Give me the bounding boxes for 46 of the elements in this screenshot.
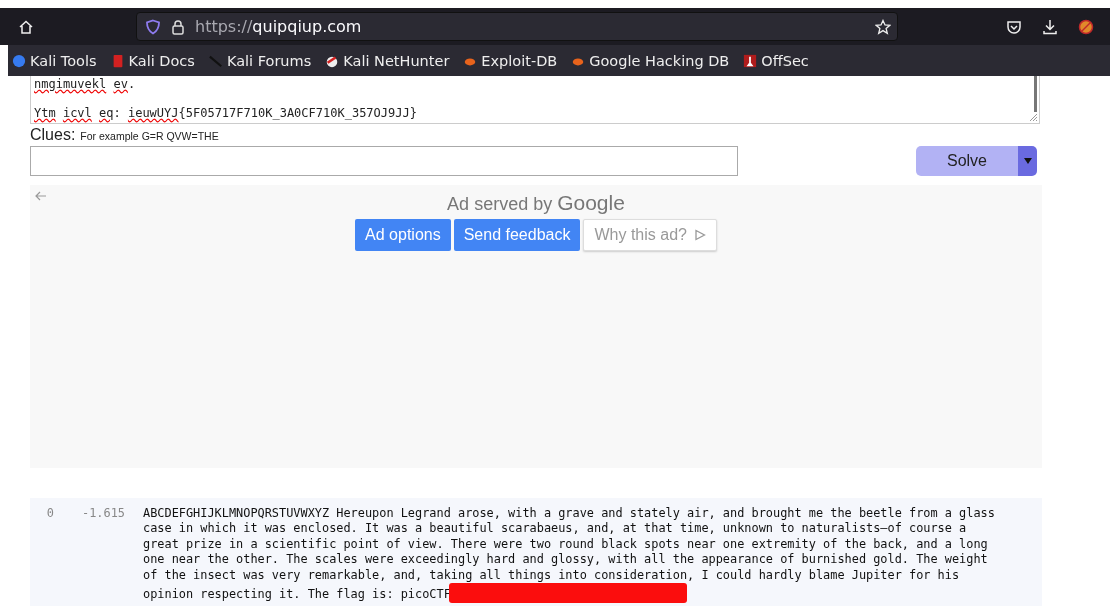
download-icon[interactable] [1042,18,1058,35]
caret-icon [1023,158,1032,164]
bookmark-link[interactable]: Exploit-DB [463,52,558,69]
clues-hint: For example G=R QVW=THE [80,130,219,142]
puzzle-word: eq [98,106,114,120]
resize-grip-icon[interactable] [1028,112,1038,122]
pocket-icon[interactable] [1006,18,1022,35]
back-arrow-icon[interactable] [35,191,47,201]
ad-button[interactable]: Send feedback [453,219,581,251]
bookmark-link[interactable]: Kali Tools [12,52,97,69]
shield-icon [145,18,161,35]
puzzle-word: Ytm [34,106,56,120]
puzzle-word: nmgimuvekl [34,77,107,91]
result-index: 0 [45,506,54,522]
extension-icon[interactable] [1078,18,1094,35]
address-bar[interactable]: https://quipqiup.com [136,12,898,41]
ad-served-text: Ad served by [447,194,553,215]
solve-dropdown-button[interactable] [1018,146,1037,176]
bookmark-link[interactable]: Kali Forums [208,52,312,69]
clues-label: Clues: [30,126,76,144]
url-text: https://quipqiup.com [195,17,363,36]
puzzle-word: {5F05717F710K_3A0CF710K_357OJ9JJ} [178,106,417,120]
lock-icon [170,18,186,35]
star-icon[interactable] [875,18,891,35]
bookmark-link[interactable]: Google Hacking DB [571,52,730,69]
ad-button[interactable]: Ad options [355,219,451,251]
google-logo-text: Google [557,191,625,215]
home-icon[interactable] [18,18,34,35]
solve-button[interactable]: Solve [916,146,1018,176]
bookmark-icon [12,53,26,68]
scrollbar[interactable] [1034,76,1037,112]
play-icon [693,229,706,241]
puzzle-textarea[interactable]: nmgimuvekl ev. Ytm icvl eq: ieuwUYJ{5F05717F710K_3A0CF710K_357OJ9JJ} [30,76,1040,124]
bookmark-icon [208,53,223,68]
result-text: ABCDEFGHIJKLMNOPQRSTUVWXYZ Hereupon Legrand arose, with a grave and stately air, and brought me the beetle from a glass case in which it was enclosed. It was a beautiful scarabaeus, and, at that time, unknown to naturalists—of course a great prize in a scientific point of view. There were two round black spots near one extremity of the back, and a long one near the other. The scales were exceedingly hard and glossy, with all the appearance of burnished gold. The weight of the insect was very remarkable, and, taking all things into consideration, I could hardly blame Jupiter for his opinion respecting it. The flag is: picoCTF [143,506,995,604]
puzzle-word: ev [112,77,128,91]
puzzle-word: . [127,77,136,91]
puzzle-word: ieuwUYJ [126,106,179,120]
result-score: -1.615 [81,506,125,522]
bookmark-link[interactable]: Kali Docs [110,52,195,69]
bookmark-link[interactable]: OffSec [743,52,809,69]
bookmark-icon [743,53,758,68]
puzzle-word: icvl [61,106,92,120]
clues-input-field[interactable] [30,146,738,176]
puzzle-word: : [113,106,121,120]
bookmark-link[interactable]: Kali NetHunter [325,52,450,69]
